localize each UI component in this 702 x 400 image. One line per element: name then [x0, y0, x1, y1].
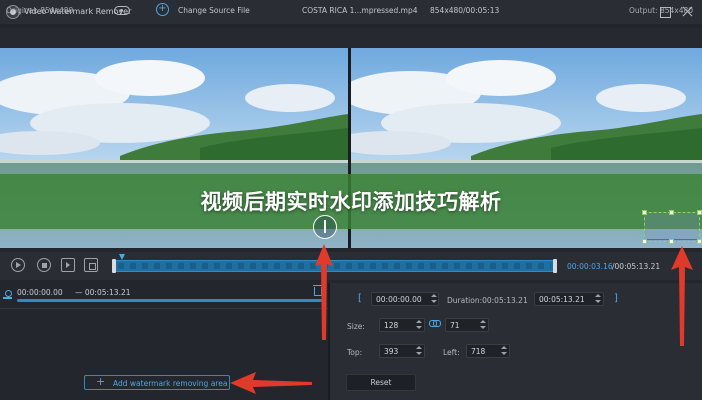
segment-start-time: 00:00:00.00 — [17, 288, 63, 297]
total-time: /00:05:13.21 — [612, 262, 661, 271]
left-label: Left: — [443, 348, 460, 357]
play-icon[interactable] — [11, 258, 25, 272]
resize-handle[interactable] — [642, 210, 647, 215]
reset-button[interactable]: Reset — [346, 374, 416, 391]
start-time-field[interactable]: 00:00:00.00 — [371, 292, 439, 306]
end-time-stepper[interactable] — [594, 292, 602, 306]
output-resolution-label: Output: 854x480 — [629, 6, 694, 15]
current-time: 00:00:03.16 — [567, 262, 613, 271]
compare-icon[interactable] — [313, 215, 337, 239]
resize-handle[interactable] — [642, 239, 647, 244]
size-label: Size: — [347, 322, 365, 331]
next-frame-icon[interactable] — [84, 258, 98, 272]
top-bar — [0, 28, 702, 48]
top-label: Top: — [347, 348, 363, 357]
watermark-selection-box[interactable] — [644, 212, 700, 242]
segment-icon — [3, 289, 12, 299]
width-stepper[interactable] — [415, 318, 423, 332]
resize-handle[interactable] — [669, 239, 674, 244]
prev-frame-icon[interactable] — [61, 258, 75, 272]
duration-label: Duration:00:05:13.21 — [447, 296, 528, 305]
bracket-close: ] — [614, 293, 618, 304]
file-info: 854x480/00:05:13 — [430, 6, 500, 15]
eye-icon[interactable] — [114, 6, 130, 15]
arrow-icon — [230, 372, 312, 394]
bracket-open: [ — [358, 293, 362, 304]
segment-end-time: — 00:05:13.21 — [75, 288, 131, 297]
trim-end-handle[interactable] — [553, 259, 557, 273]
file-name: COSTA RICA 1...mpressed.mp4 — [302, 6, 418, 15]
timeline-frames — [118, 263, 551, 269]
arrow-icon — [315, 244, 333, 340]
original-resolution-label: Original: 854x480 — [6, 6, 74, 15]
plus-icon: + — [96, 375, 106, 388]
left-stepper[interactable] — [500, 344, 508, 358]
divider — [0, 308, 328, 309]
add-watermark-area-label[interactable]: Add watermark removing area — [113, 379, 227, 388]
resize-handle[interactable] — [697, 210, 702, 215]
arrow-icon — [671, 246, 693, 346]
banner-title: 视频后期实时水印添加技巧解析 — [200, 190, 502, 214]
top-stepper[interactable] — [415, 344, 423, 358]
change-source-button[interactable]: Change Source File — [178, 6, 250, 15]
resize-handle[interactable] — [697, 239, 702, 244]
segment-bar[interactable] — [17, 299, 322, 302]
start-time-stepper[interactable] — [430, 292, 438, 306]
add-circle-icon[interactable]: + — [156, 3, 169, 16]
resize-handle[interactable] — [669, 210, 674, 215]
height-stepper[interactable] — [479, 318, 487, 332]
trim-start-handle[interactable] — [112, 259, 116, 273]
timeline-track[interactable] — [113, 260, 556, 272]
link-icon[interactable] — [429, 320, 441, 327]
stop-icon[interactable] — [37, 258, 51, 272]
